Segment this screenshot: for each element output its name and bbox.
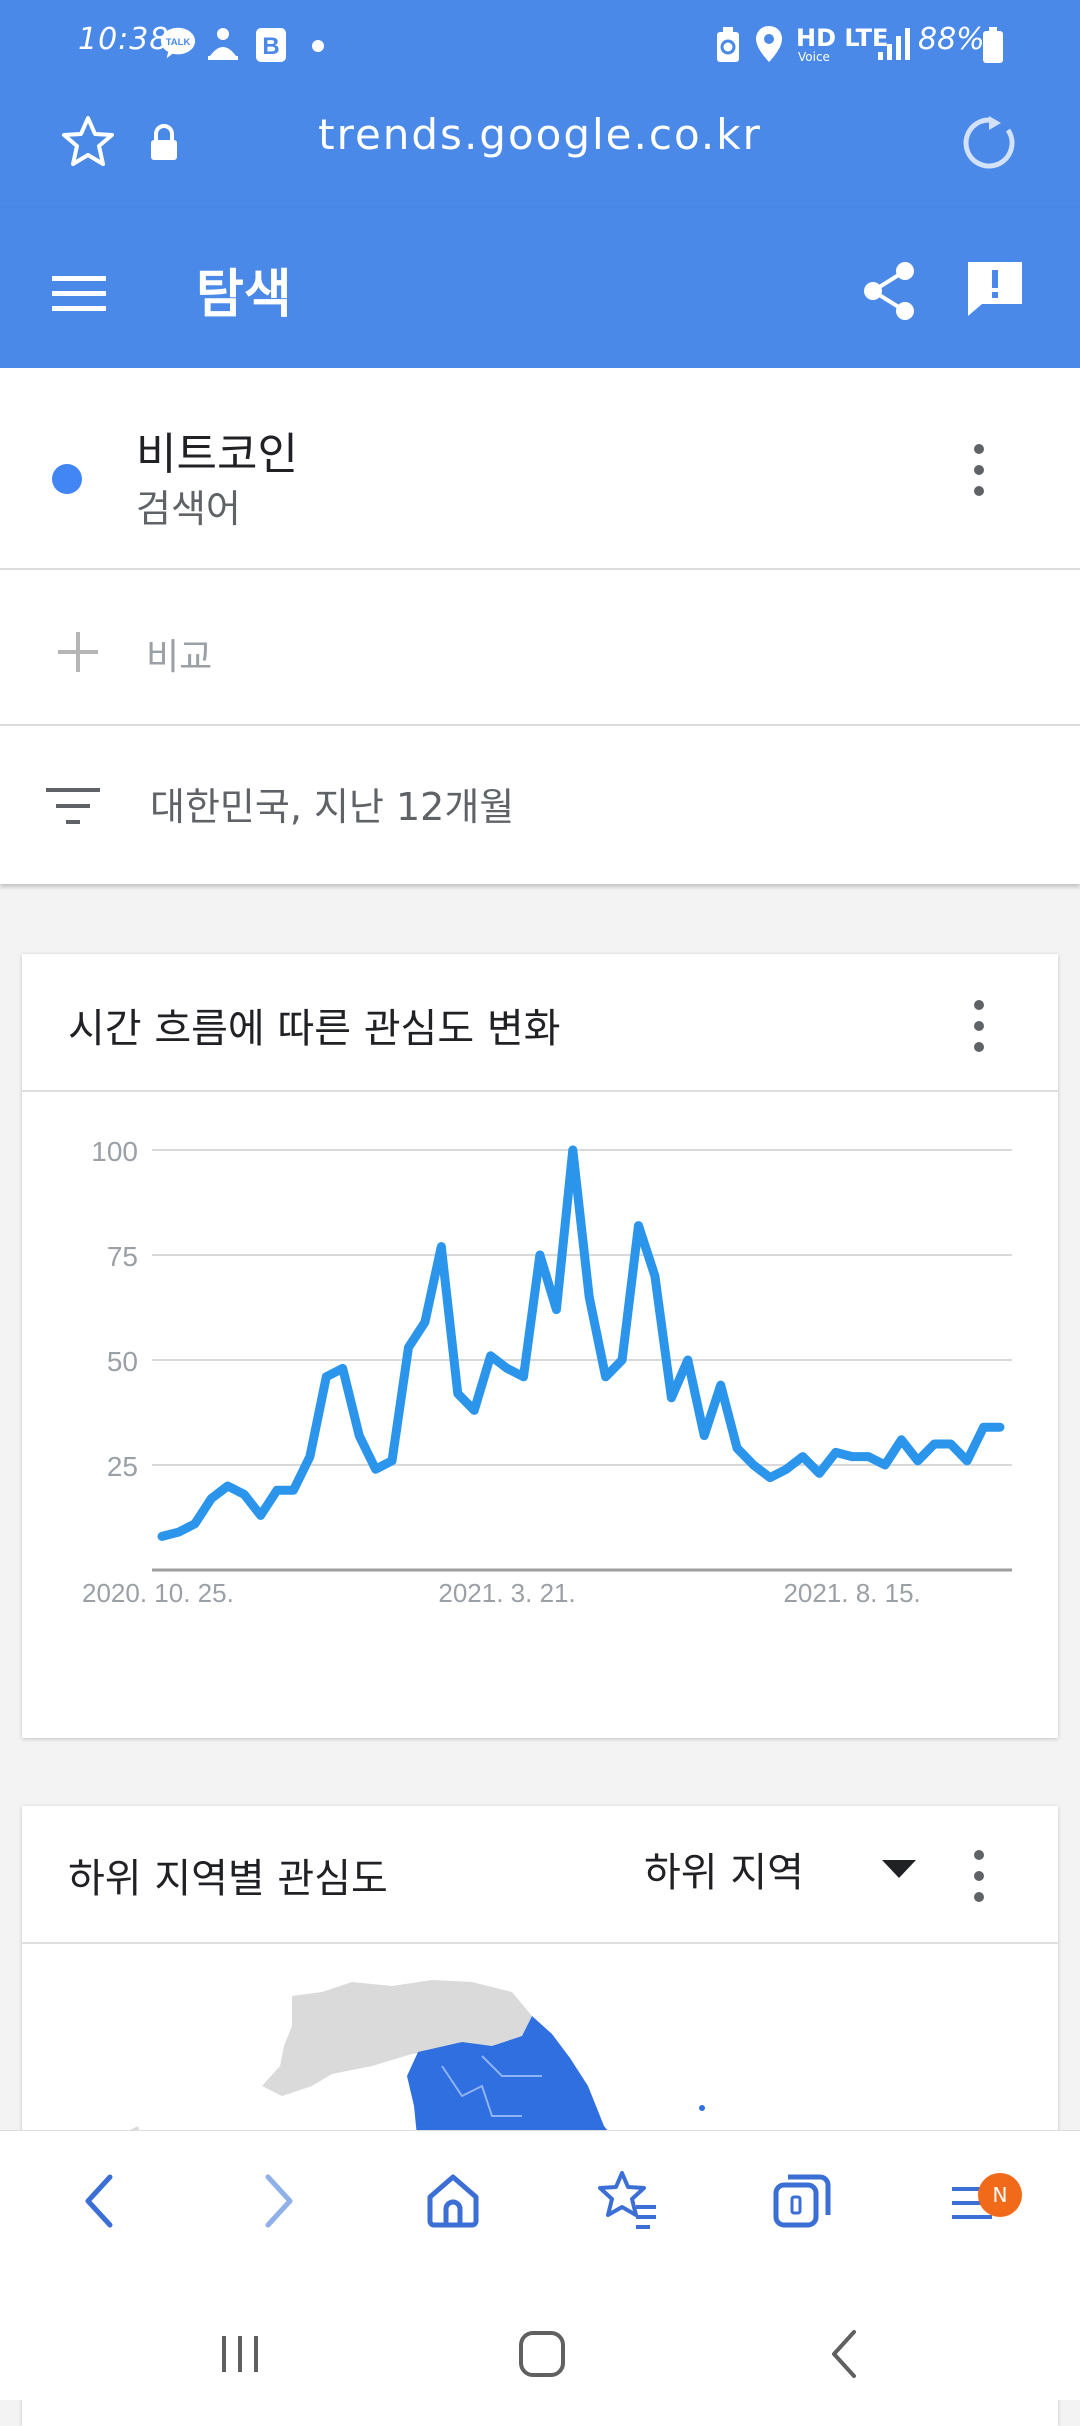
battery-percent: 88% <box>918 22 985 57</box>
interest-over-time-card: 시간 흐름에 따른 관심도 변화 100 75 50 25 2020. 10. 25. 2… <box>22 954 1058 1738</box>
menu-icon[interactable] <box>52 274 106 314</box>
dropdown-arrow-icon <box>882 1860 916 1878</box>
tabs-icon[interactable] <box>772 2171 832 2229</box>
home-button-icon[interactable] <box>518 2330 566 2378</box>
filter-label[interactable]: 대한민국, 지난 12개월 <box>150 776 514 831</box>
bookmarks-icon[interactable] <box>596 2169 658 2231</box>
reload-icon[interactable] <box>958 112 1020 174</box>
network-sub-label: Voice <box>798 50 830 64</box>
recent-apps-icon[interactable] <box>218 2332 262 2376</box>
y-tick-label: 25 <box>107 1451 138 1482</box>
card-header-divider <box>22 1942 1058 1944</box>
divider <box>0 568 1080 570</box>
subregion-dropdown-value: 하위 지역 <box>644 1850 804 1896</box>
divider <box>0 724 1080 726</box>
y-tick-label: 50 <box>107 1346 138 1377</box>
band-app-label: B <box>262 33 279 60</box>
new-badge: N <box>978 2173 1022 2217</box>
location-icon <box>756 26 782 62</box>
add-icon[interactable] <box>56 630 100 674</box>
series-line <box>157 1145 1005 1541</box>
url-text[interactable]: trends.google.co.kr <box>0 110 1080 159</box>
browser-top-bar: 10:38 TALK B HD LTE Voice 88% trends.goo… <box>0 0 1080 208</box>
term-color-dot <box>52 464 82 494</box>
y-tick-label: 100 <box>91 1136 138 1167</box>
card-more-icon[interactable] <box>960 1846 1000 1906</box>
band-app-icon: B <box>256 28 286 62</box>
notification-dot-icon <box>312 40 324 52</box>
bottom-navigation: N <box>0 2130 1080 2400</box>
page-title: 탐색 <box>196 265 292 325</box>
subregion-dropdown[interactable]: 하위 지역 <box>644 1840 916 1900</box>
kakaotalk-icon: TALK <box>160 27 196 59</box>
status-time: 10:38 <box>78 22 170 57</box>
notification-app-icon <box>208 28 238 60</box>
y-tick-label: 75 <box>107 1241 138 1272</box>
x-tick-label: 2021. 3. 21. <box>438 1578 575 1608</box>
compare-label[interactable]: 비교 <box>146 628 212 680</box>
filter-icon[interactable] <box>46 786 100 826</box>
kakaotalk-label: TALK <box>166 37 191 48</box>
signal-icon <box>878 28 910 60</box>
feedback-icon[interactable] <box>964 258 1026 320</box>
search-term-name[interactable]: 비트코인 <box>136 418 298 482</box>
system-back-icon[interactable] <box>826 2328 862 2380</box>
battery-saver-icon <box>717 27 739 62</box>
x-tick-label: 2021. 8. 15. <box>783 1578 920 1608</box>
interest-line-chart: 100 75 50 25 2020. 10. 25. 2021. 3. 21. 2021. … <box>82 1136 1012 1608</box>
browser-toolbar: N <box>0 2130 1080 2271</box>
network-label: HD LTE <box>796 24 889 52</box>
term-more-icon[interactable] <box>960 440 1000 500</box>
search-term-type: 검색어 <box>136 487 241 531</box>
card-title: 하위 지역별 관심도 <box>68 1856 388 1902</box>
forward-icon[interactable] <box>262 2171 298 2231</box>
back-icon[interactable] <box>80 2171 116 2231</box>
x-tick-label: 2020. 10. 25. <box>82 1578 234 1608</box>
app-bar: 탐색 <box>0 208 1080 368</box>
subregion-map <box>128 1980 705 2136</box>
search-term-panel: 비트코인 검색어 비교 대한민국, 지난 12개월 <box>0 368 1080 884</box>
home-icon[interactable] <box>424 2171 482 2229</box>
battery-icon <box>983 27 1003 63</box>
share-icon[interactable] <box>860 260 918 322</box>
